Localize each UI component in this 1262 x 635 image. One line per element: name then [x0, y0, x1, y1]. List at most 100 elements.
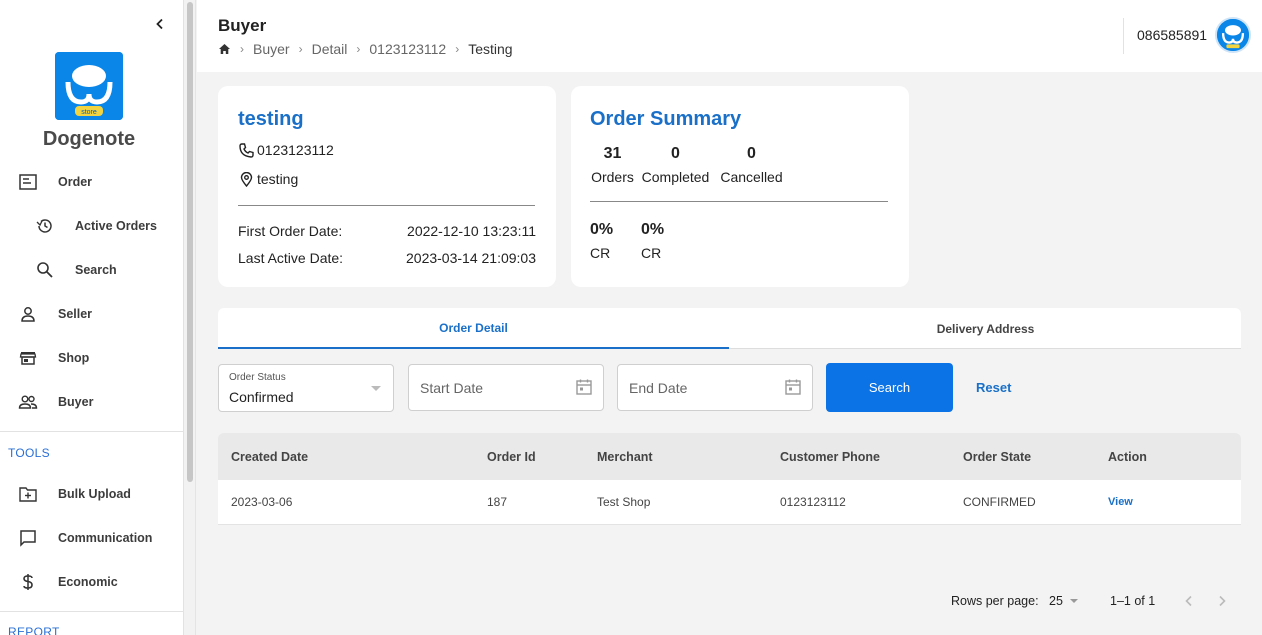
order-summary-card: Order Summary 31 Orders 0 Completed 0 Ca… — [571, 86, 909, 287]
phone-icon — [238, 142, 254, 158]
pagination-range: 1–1 of 1 — [1110, 594, 1156, 608]
orders-label: Orders — [591, 169, 634, 185]
sidebar-item-economic[interactable]: Economic — [0, 564, 184, 600]
collapse-sidebar-button[interactable] — [150, 14, 170, 34]
sidebar-item-bulk-upload[interactable]: Bulk Upload — [0, 476, 184, 512]
dropdown-arrow-icon — [1069, 599, 1078, 603]
list-icon — [18, 172, 38, 192]
chat-icon — [18, 528, 38, 548]
cell-order-id: 187 — [487, 495, 508, 509]
buyer-phone-line: 0123123112 — [238, 142, 334, 158]
storefront-icon — [18, 348, 38, 368]
rows-per-page-value: 25 — [1049, 594, 1063, 608]
column-header-order-id[interactable]: Order Id — [487, 433, 536, 480]
column-header-merchant[interactable]: Merchant — [597, 433, 653, 480]
dropdown-arrow-icon — [371, 386, 381, 391]
cell-order-state: CONFIRMED — [963, 495, 1036, 509]
calendar-icon[interactable] — [575, 378, 593, 396]
view-order-link[interactable]: View — [1108, 496, 1133, 508]
location-pin-icon — [238, 171, 254, 187]
cr-value: 0% — [641, 221, 665, 238]
chevron-left-icon — [1185, 595, 1192, 607]
sidebar-item-order[interactable]: Order — [0, 164, 184, 200]
order-status-label: Order Status — [229, 372, 286, 383]
sidebar-item-communication[interactable]: Communication — [0, 520, 184, 556]
orders-table: Created Date Order Id Merchant Customer … — [218, 433, 1241, 525]
tab-order-detail[interactable]: Order Detail — [218, 308, 729, 349]
breadcrumb-current: Testing — [468, 41, 513, 57]
tab-delivery-address[interactable]: Delivery Address — [730, 308, 1241, 349]
previous-page-button[interactable] — [1180, 592, 1198, 610]
dogenote-logo-icon: store — [55, 52, 123, 120]
stat-completed: 0 Completed — [640, 145, 711, 185]
column-header-order-state[interactable]: Order State — [963, 433, 1031, 480]
cr-label: CR — [590, 245, 611, 261]
stat-cr-1: 0% CR — [590, 221, 613, 261]
breadcrumb-phone[interactable]: 0123123112 — [369, 41, 446, 57]
completed-label: Completed — [641, 169, 710, 185]
sidebar-item-label: Shop — [58, 351, 90, 365]
sidebar-item-label: Economic — [58, 575, 118, 589]
svg-text:store: store — [81, 109, 97, 116]
column-header-customer-phone[interactable]: Customer Phone — [780, 433, 880, 480]
order-summary-title: Order Summary — [590, 108, 742, 130]
history-icon — [35, 216, 55, 236]
breadcrumb-detail[interactable]: Detail — [312, 41, 348, 57]
sidebar-item-label: Buyer — [58, 395, 94, 409]
end-date-input[interactable]: End Date — [617, 364, 813, 411]
user-phone: 086585891 — [1137, 27, 1208, 43]
order-status-select[interactable]: Order Status Confirmed — [218, 364, 394, 412]
first-order-label: First Order Date: — [238, 223, 343, 239]
brand-name: Dogenote — [42, 128, 136, 150]
sidebar-item-search[interactable]: Search — [0, 252, 184, 288]
top-header: Buyer › Buyer › Detail › 0123123112 › Te… — [197, 0, 1262, 72]
sidebar-item-label: Search — [75, 263, 117, 277]
sidebar-item-shop[interactable]: Shop — [0, 340, 184, 376]
start-date-input[interactable]: Start Date — [408, 364, 604, 411]
breadcrumb-separator: › — [240, 42, 244, 56]
people-icon — [18, 392, 38, 412]
dollar-icon — [18, 572, 38, 592]
detail-tabs: Order Detail Delivery Address — [218, 308, 1241, 349]
cell-action: View — [1108, 480, 1133, 524]
sidebar-scrollbar[interactable] — [184, 0, 196, 635]
breadcrumb-separator: › — [455, 42, 460, 56]
header-divider — [1123, 18, 1124, 54]
next-page-button[interactable] — [1213, 592, 1231, 610]
sidebar-item-buyer[interactable]: Buyer — [0, 384, 184, 420]
scrollbar-thumb[interactable] — [187, 2, 193, 482]
sidebar-divider — [0, 611, 184, 612]
cell-created-date: 2023-03-06 — [231, 495, 293, 509]
cell-customer-phone: 0123123112 — [780, 495, 846, 509]
buyer-name: testing — [238, 108, 304, 130]
breadcrumb-buyer[interactable]: Buyer — [253, 41, 290, 57]
buyer-phone: 0123123112 — [257, 142, 334, 158]
stat-orders: 31 Orders — [590, 145, 635, 185]
cr-value: 0% — [590, 221, 614, 238]
rows-per-page-label: Rows per page: — [951, 594, 1039, 608]
sidebar-item-label: Communication — [58, 531, 153, 545]
home-icon[interactable] — [218, 43, 231, 55]
report-section-label: REPORT — [8, 625, 60, 635]
stat-cr-2: 0% CR — [641, 221, 664, 261]
sidebar-item-active-orders[interactable]: Active Orders — [0, 208, 184, 244]
sidebar-item-label: Bulk Upload — [58, 487, 131, 501]
cr-label: CR — [641, 245, 662, 261]
completed-count: 0 — [671, 145, 680, 162]
sidebar-item-seller[interactable]: Seller — [0, 296, 184, 332]
last-active-label: Last Active Date: — [238, 250, 344, 266]
rows-per-page-select[interactable]: 25 — [1049, 594, 1078, 608]
cancelled-count: 0 — [747, 145, 756, 162]
sidebar-item-label: Active Orders — [75, 219, 157, 233]
avatar[interactable] — [1215, 17, 1251, 53]
last-active-value: 2023-03-14 21:09:03 — [406, 250, 536, 266]
column-header-created-date[interactable]: Created Date — [231, 433, 308, 480]
card-divider — [238, 205, 535, 206]
search-button[interactable]: Search — [826, 363, 953, 412]
cancelled-label: Cancelled — [720, 169, 783, 185]
calendar-icon[interactable] — [784, 378, 802, 396]
reset-button[interactable]: Reset — [976, 380, 1011, 395]
dogenote-logo-icon — [1217, 19, 1249, 51]
table-row: 2023-03-06 187 Test Shop 0123123112 CONF… — [218, 480, 1241, 525]
brand-logo: store — [55, 52, 123, 120]
